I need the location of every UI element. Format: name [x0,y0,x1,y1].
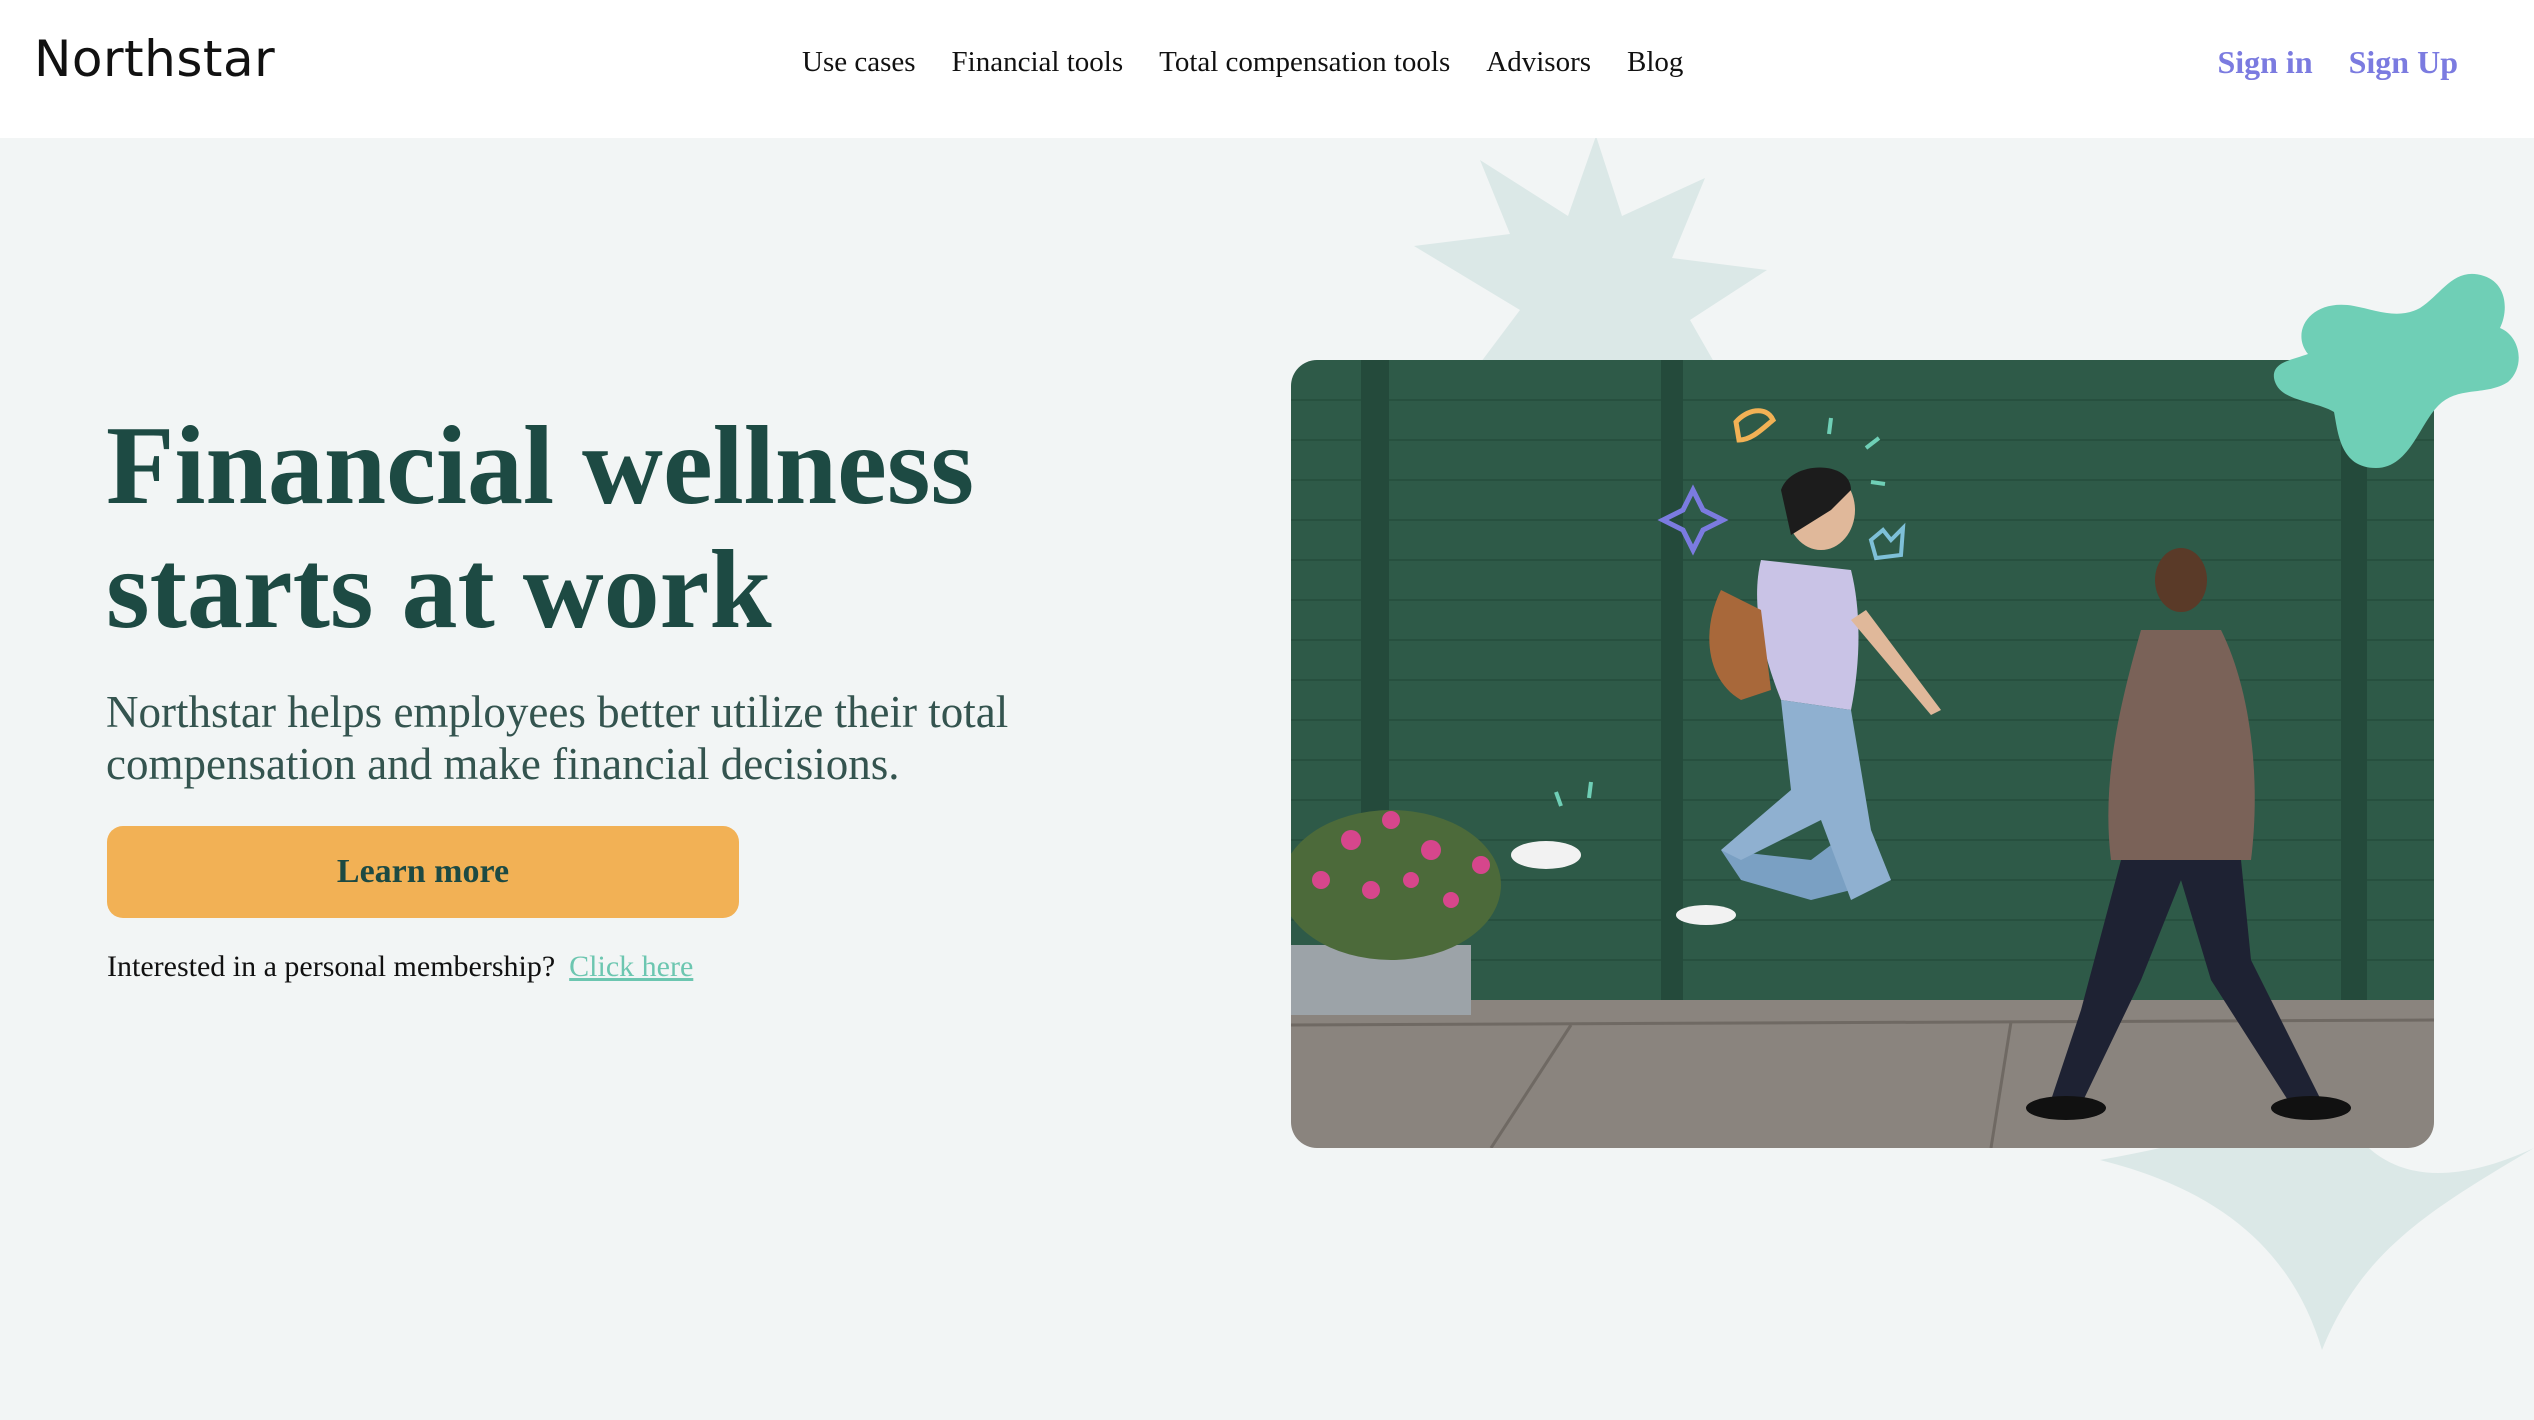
starburst-decoration [1414,136,1767,390]
hero-title-line-2: starts at work [106,528,772,652]
site-header: Northstar Use cases Financial tools Tota… [0,0,2534,138]
hero-photo [1291,360,2434,1148]
nav-item-blog[interactable]: Blog [1627,46,1683,79]
membership-prompt: Interested in a personal membership? Clic… [107,950,693,984]
northstar-logo[interactable]: Northstar [34,30,275,88]
hero-title: Financial wellness starts at work [106,404,1206,652]
nav-item-advisors[interactable]: Advisors [1486,46,1591,79]
click-here-link[interactable]: Click here [569,950,693,983]
nav-item-financial-tools[interactable]: Financial tools [952,46,1124,79]
hero-subtitle: Northstar helps employees better utilize… [106,687,1009,789]
auth-links: Sign in Sign Up [2217,44,2458,81]
teal-blob-decoration [2273,273,2519,468]
membership-text: Interested in a personal membership? [107,950,556,983]
nav-item-total-compensation-tools[interactable]: Total compensation tools [1159,46,1450,79]
sign-in-link[interactable]: Sign in [2217,44,2312,81]
learn-more-button[interactable]: Learn more [107,826,739,918]
hero-title-line-1: Financial wellness [106,404,975,528]
main-nav: Use cases Financial tools Total compensa… [802,46,1683,79]
sign-up-link[interactable]: Sign Up [2349,44,2458,81]
nav-item-use-cases[interactable]: Use cases [802,46,916,79]
